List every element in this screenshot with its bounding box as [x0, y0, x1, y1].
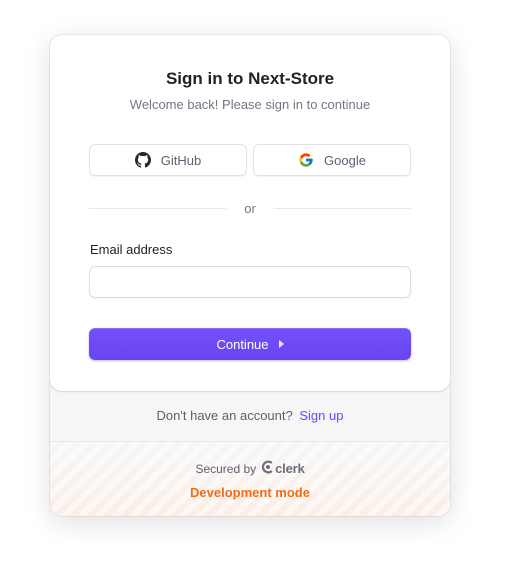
sign-in-main-panel: Sign in to Next-Store Welcome back! Plea… — [50, 35, 450, 391]
or-divider: or — [89, 198, 411, 218]
development-mode-label: Development mode — [190, 485, 310, 500]
page-title: Sign in to Next-Store — [165, 69, 335, 88]
divider-text: or — [244, 200, 256, 216]
clerk-icon — [261, 460, 273, 477]
divider-line-left — [89, 207, 227, 209]
continue-button-label: Continue — [216, 336, 269, 352]
divider-line-right — [273, 207, 411, 209]
google-button-label: Google — [324, 152, 366, 168]
sign-in-card: Sign in to Next-Store Welcome back! Plea… — [50, 35, 450, 516]
secured-by-text: Secured by — [195, 461, 257, 476]
github-sign-in-button[interactable]: GitHub — [89, 144, 247, 176]
page-subtitle: Welcome back! Please sign in to continue — [129, 97, 371, 112]
continue-button[interactable]: Continue — [89, 328, 411, 360]
email-label: Email address — [90, 242, 173, 257]
secured-by-row: Secured by clerk — [50, 460, 450, 477]
email-input[interactable] — [89, 266, 411, 298]
google-sign-in-button[interactable]: Google — [253, 144, 411, 176]
sign-up-link[interactable]: Sign up — [299, 408, 343, 423]
signup-prompt: Don't have an account? Sign up — [50, 408, 450, 423]
github-icon — [134, 152, 151, 168]
github-button-label: GitHub — [160, 152, 202, 168]
signup-prompt-text: Don't have an account? — [156, 408, 293, 423]
clerk-logo[interactable]: clerk — [261, 460, 305, 477]
caret-right-icon — [278, 340, 284, 348]
google-icon — [298, 152, 314, 168]
development-footer: Secured by clerk Development mode — [50, 441, 450, 516]
clerk-brand-text: clerk — [275, 461, 305, 476]
